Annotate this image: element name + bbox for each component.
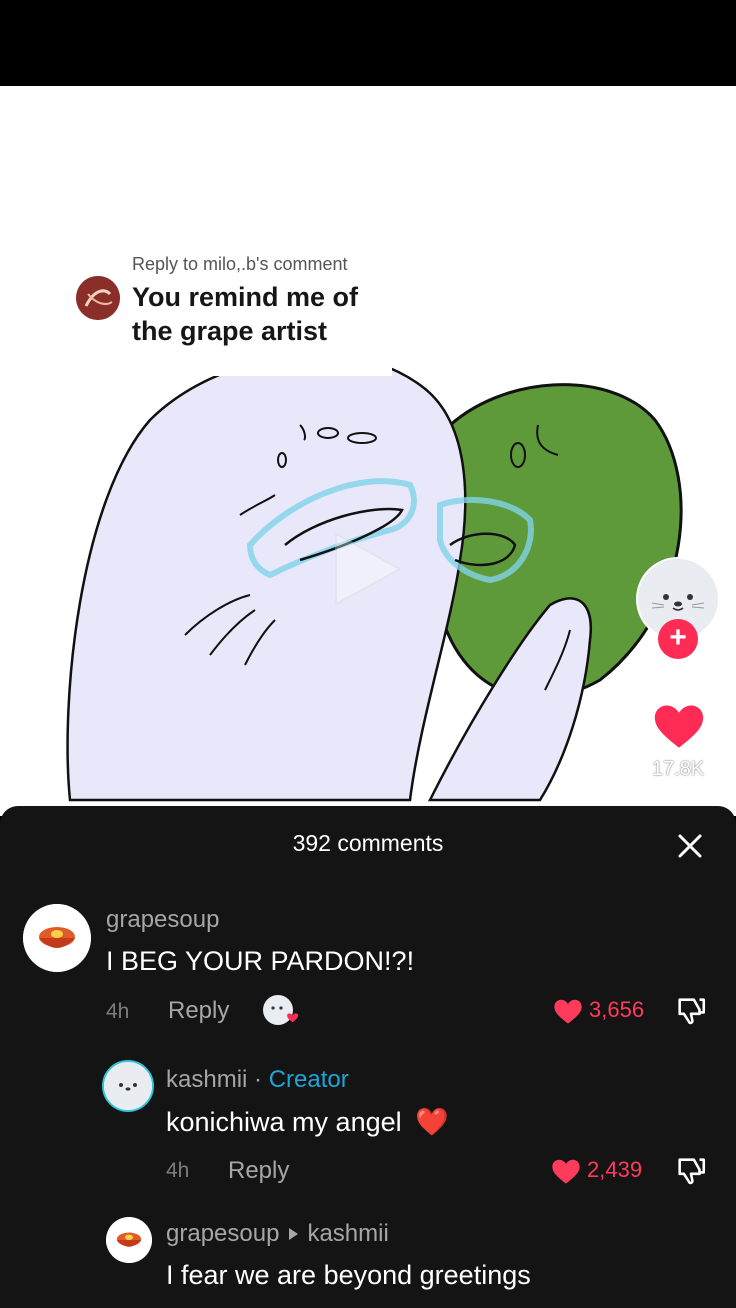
comment-username[interactable]: grapesoup xyxy=(106,906,219,934)
reply-comment-text: You remind me of the grape artist xyxy=(132,282,359,346)
video-like-count: 17.8K xyxy=(651,758,705,780)
comments-count-title: 392 comments xyxy=(292,830,444,856)
comment-like[interactable]: 3,656 xyxy=(551,995,644,1025)
creator-liked-icon xyxy=(263,995,299,1025)
soup-bowl-icon xyxy=(106,1217,152,1263)
status-bar xyxy=(0,0,736,86)
comment-username-text: kashmii xyxy=(166,1066,248,1093)
comment-like-count: 3,656 xyxy=(589,997,645,1022)
heart-icon xyxy=(554,999,582,1024)
comment-like-count: 2,439 xyxy=(587,1157,643,1182)
heart-emoji: ❤️ xyxy=(415,1107,449,1137)
replied-user-avatar xyxy=(76,276,120,320)
comment-text: I fear we are beyond greetings xyxy=(166,1260,531,1290)
seal-avatar-icon xyxy=(104,1062,152,1110)
thumbs-down-icon[interactable] xyxy=(674,994,708,1028)
reply-button[interactable]: Reply xyxy=(168,997,229,1025)
creator-badge: Creator xyxy=(268,1066,349,1093)
comments-sheet: 392 comments grapesoup I BEG YOUR PARDON… xyxy=(0,806,736,1308)
comment-username-text: grapesoup xyxy=(166,1220,280,1247)
comment-text: I BEG YOUR PARDON!?! xyxy=(106,946,415,976)
play-icon[interactable] xyxy=(318,524,408,614)
comment-like[interactable]: 2,439 xyxy=(549,1155,642,1185)
close-icon[interactable] xyxy=(672,828,708,864)
reply-sticker: Reply to milo,.b's comment You remind me… xyxy=(62,236,392,376)
comment-avatar[interactable] xyxy=(23,904,91,972)
comment-time: 4h xyxy=(166,1159,190,1182)
follow-button[interactable]: + xyxy=(658,619,698,659)
comment-time: 4h xyxy=(106,1000,130,1023)
reply-to-username: kashmii xyxy=(307,1220,389,1247)
name-separator: · xyxy=(247,1066,269,1093)
comment-text-body: konichiwa my angel xyxy=(166,1107,402,1137)
heart-icon xyxy=(552,1159,580,1184)
comment-avatar[interactable] xyxy=(106,1217,152,1263)
video-player[interactable]: Reply to milo,.b's comment You remind me… xyxy=(0,86,736,816)
thumbs-down-icon[interactable] xyxy=(674,1154,708,1188)
comment-text: konichiwa my angel ❤️ xyxy=(166,1106,449,1138)
reply-to-label: Reply to milo,.b's comment xyxy=(132,254,348,274)
comment-username[interactable]: kashmii · Creator xyxy=(166,1066,349,1094)
comment-avatar[interactable] xyxy=(102,1060,154,1112)
comment-username[interactable]: grapesoup kashmii xyxy=(166,1220,389,1248)
caret-right-icon xyxy=(289,1228,299,1240)
video-illustration xyxy=(66,353,683,802)
reply-button[interactable]: Reply xyxy=(228,1157,289,1185)
heart-icon[interactable] xyxy=(650,697,708,755)
soup-bowl-icon xyxy=(23,904,91,972)
